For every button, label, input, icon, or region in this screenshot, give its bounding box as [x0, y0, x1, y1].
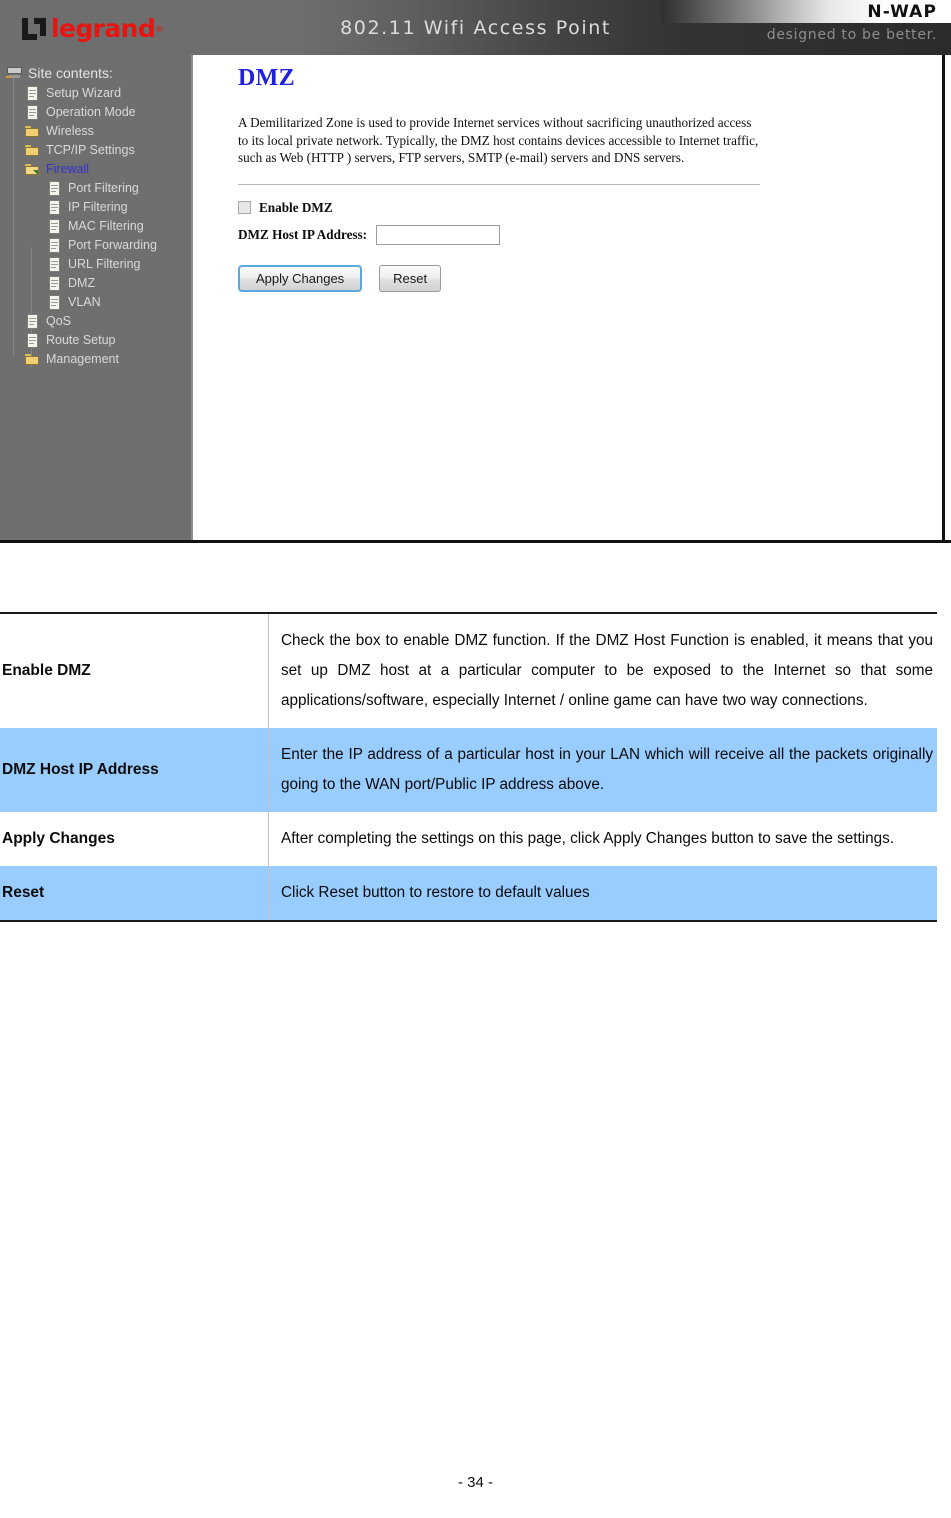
sidebar-item-tcpip-settings[interactable]: TCP/IP Settings — [0, 141, 191, 160]
form-actions: Apply Changes Reset — [238, 264, 942, 292]
site-contents-sidebar: Site contents: Setup Wizard Operation Mo… — [0, 55, 193, 540]
sidebar-item-label: Operation Mode — [46, 105, 136, 119]
document-icon — [24, 333, 41, 348]
sidebar-item-dmz[interactable]: DMZ — [0, 274, 191, 293]
site-contents-tree: Site contents: Setup Wizard Operation Mo… — [0, 62, 191, 369]
sidebar-item-management[interactable]: Management — [0, 350, 191, 369]
enable-dmz-label: Enable DMZ — [259, 199, 333, 215]
sidebar-item-label: DMZ — [68, 276, 96, 290]
apply-changes-button[interactable]: Apply Changes — [238, 264, 363, 292]
sidebar-item-label: VLAN — [68, 295, 101, 309]
definition-cell: Enter the IP address of a particular hos… — [268, 728, 937, 812]
enable-dmz-checkbox[interactable] — [238, 201, 251, 214]
settings-reference-table: Enable DMZ Check the box to enable DMZ f… — [0, 612, 937, 922]
sidebar-item-label: Setup Wizard — [46, 86, 122, 100]
sidebar-item-label: IP Filtering — [68, 200, 128, 214]
document-icon — [46, 295, 63, 310]
term-cell: Apply Changes — [0, 812, 269, 866]
folder-open-icon — [24, 162, 41, 177]
dmz-host-ip-row: DMZ Host IP Address: — [238, 224, 942, 245]
sidebar-item-operation-mode[interactable]: Operation Mode — [0, 103, 191, 122]
sidebar-item-setup-wizard[interactable]: Setup Wizard — [0, 84, 191, 103]
term-cell: DMZ Host IP Address — [0, 728, 269, 812]
legrand-mark-icon — [22, 18, 46, 40]
document-icon — [24, 314, 41, 329]
page-title: DMZ — [238, 65, 295, 91]
sidebar-item-qos[interactable]: QoS — [0, 312, 191, 331]
dmz-settings-pane: DMZ A Demilitarized Zone is used to prov… — [195, 55, 945, 540]
computer-icon — [6, 66, 23, 81]
table-row: Enable DMZ Check the box to enable DMZ f… — [0, 613, 937, 728]
term-cell: Enable DMZ — [0, 613, 269, 728]
sidebar-item-label: Management — [46, 352, 119, 366]
ui-body: Site contents: Setup Wizard Operation Mo… — [0, 55, 951, 540]
sidebar-item-label: TCP/IP Settings — [46, 143, 135, 157]
dmz-host-ip-input[interactable] — [376, 224, 501, 245]
brand-tagline: designed to be better. — [766, 27, 937, 43]
sidebar-item-label: QoS — [46, 314, 72, 328]
sidebar-item-firewall[interactable]: Firewall — [0, 160, 191, 179]
sidebar-item-label: Route Setup — [46, 333, 116, 347]
model-badge: N-WAP — [867, 2, 937, 22]
router-ui-screenshot: legrand ® 802.11 Wifi Access Point N-WAP… — [0, 0, 951, 543]
sidebar-item-port-forwarding[interactable]: Port Forwarding — [0, 236, 191, 255]
tree-root-label: Site contents: — [28, 64, 113, 81]
sidebar-item-route-setup[interactable]: Route Setup — [0, 331, 191, 350]
definition-cell: After completing the settings on this pa… — [268, 812, 937, 866]
sidebar-item-mac-filtering[interactable]: MAC Filtering — [0, 217, 191, 236]
sidebar-item-label: Wireless — [46, 124, 94, 138]
document-icon — [46, 181, 63, 196]
registered-trademark-icon: ® — [156, 24, 163, 34]
table-row: DMZ Host IP Address Enter the IP address… — [0, 728, 937, 812]
definition-cell: Click Reset button to restore to default… — [268, 866, 937, 921]
legrand-wordmark: legrand — [51, 14, 156, 43]
sidebar-item-label: Firewall — [46, 162, 90, 176]
folder-icon — [24, 352, 41, 367]
document-icon — [24, 105, 41, 120]
sidebar-item-url-filtering[interactable]: URL Filtering — [0, 255, 191, 274]
sidebar-item-label: URL Filtering — [68, 257, 141, 271]
sidebar-item-port-filtering[interactable]: Port Filtering — [0, 179, 191, 198]
document-icon — [46, 238, 63, 253]
sidebar-item-label: MAC Filtering — [68, 219, 144, 233]
document-icon — [46, 200, 63, 215]
enable-dmz-row: Enable DMZ — [238, 200, 942, 216]
sidebar-item-wireless[interactable]: Wireless — [0, 122, 191, 141]
table-row: Reset Click Reset button to restore to d… — [0, 866, 937, 921]
folder-icon — [24, 124, 41, 139]
sidebar-item-label: Port Forwarding — [68, 238, 157, 252]
document-icon — [46, 276, 63, 291]
page-number: - 34 - — [457, 1474, 493, 1491]
sidebar-item-ip-filtering[interactable]: IP Filtering — [0, 198, 191, 217]
reset-button[interactable]: Reset — [379, 264, 442, 292]
product-banner: legrand ® 802.11 Wifi Access Point N-WAP… — [0, 0, 951, 55]
tree-root: Site contents: — [0, 62, 191, 84]
sidebar-item-label: Port Filtering — [68, 181, 139, 195]
section-divider — [238, 183, 760, 185]
sidebar-item-vlan[interactable]: VLAN — [0, 293, 191, 312]
dmz-host-ip-label: DMZ Host IP Address: — [238, 226, 368, 242]
dmz-description: A Demilitarized Zone is used to provide … — [238, 115, 759, 165]
document-icon — [46, 219, 63, 234]
document-icon — [24, 86, 41, 101]
table-row: Apply Changes After completing the setti… — [0, 812, 937, 866]
document-icon — [46, 257, 63, 272]
legrand-logo: legrand ® — [22, 16, 163, 42]
definition-cell: Check the box to enable DMZ function. If… — [268, 613, 937, 728]
term-cell: Reset — [0, 866, 269, 921]
folder-icon — [24, 143, 41, 158]
